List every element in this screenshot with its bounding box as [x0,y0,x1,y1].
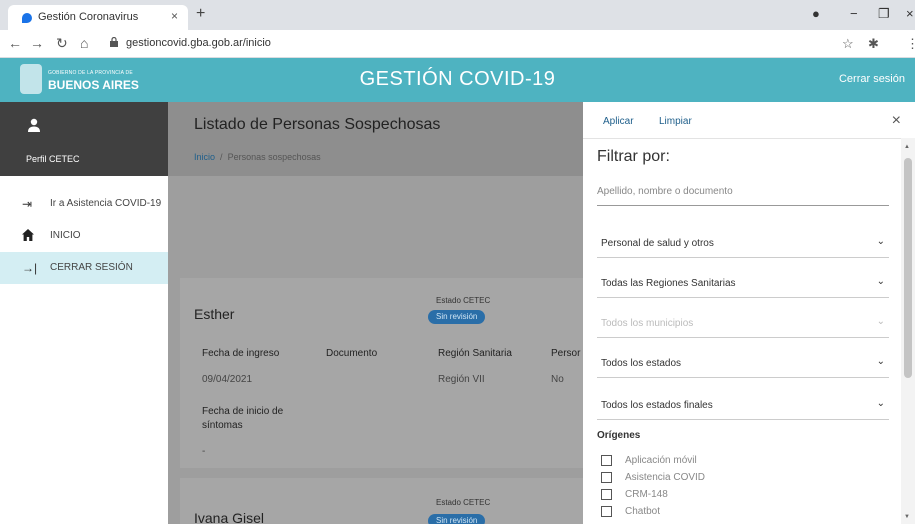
window-minimize-icon[interactable]: − [850,6,858,21]
documento-label: Documento [326,348,378,359]
select-estado[interactable]: Todos los estados ⌄ [597,348,889,378]
breadcrumb: Inicio / Personas sospechosas [194,152,321,162]
sidebar-item-label: Ir a Asistencia COVID-19 [50,198,162,209]
region-value: Región VII [438,374,485,385]
address-bar: ← → ↻ ⌂ gestioncovid.gba.gob.ar/inicio ☆… [0,30,915,58]
page-title: Listado de Personas Sospechosas [194,116,441,133]
sintomas-label: síntomas [202,420,243,431]
select-estado-final[interactable]: Todos los estados finales ⌄ [597,390,889,420]
tab-favicon-icon [22,13,32,23]
estado-label: Estado CETEC [436,296,491,305]
checkbox[interactable] [601,455,612,466]
persona-value: No [551,374,564,385]
url-field[interactable]: gestioncovid.gba.gob.ar/inicio [104,34,824,54]
sidebar: Perfil CETEC ⇥ Ir a Asistencia COVID-19 … [0,102,168,524]
window-restore-icon[interactable]: ❐ [878,6,890,22]
select-region[interactable]: Todas las Regiones Sanitarias ⌄ [597,268,889,298]
bookmark-star-icon[interactable]: ☆ [842,36,854,52]
forward-icon[interactable]: → [30,35,44,51]
clear-button[interactable]: Limpiar [659,116,692,127]
browser-tab-bar: Gestión Coronavirus × + ● − ❐ × [0,0,915,30]
checkbox[interactable] [601,489,612,500]
reload-icon[interactable]: ↻ [56,35,68,52]
chevron-down-icon: ⌄ [876,316,885,327]
persona-label: Persor [551,348,581,359]
sidebar-item-inicio[interactable]: INICIO [0,220,168,252]
select-value: Todos los estados finales [601,400,713,411]
checkbox[interactable] [601,472,612,483]
tab-close-icon[interactable]: × [171,9,178,23]
checkbox-label: Aplicación móvil [625,455,697,466]
sidebar-item-label: INICIO [50,230,81,241]
chevron-down-icon: ⌄ [876,356,885,367]
breadcrumb-home-link[interactable]: Inicio [194,152,215,162]
status-badge: Sin revisión [428,310,486,324]
checkbox-label: Chatbot [625,506,661,517]
estado-label: Estado CETEC [436,498,491,507]
sidebar-item-asistencia[interactable]: ⇥ Ir a Asistencia COVID-19 [0,188,168,220]
checkbox-label: CRM-148 [625,489,668,500]
filter-panel: Aplicar Limpiar × Filtrar por: Personal … [583,102,915,524]
person-name: Ivana Gisel [194,510,265,524]
checkbox[interactable] [601,506,612,517]
user-icon [28,118,40,132]
status-badge: Sin revisión [428,514,486,524]
fecha-inicio-value: - [202,446,206,457]
home-browser-icon[interactable]: ⌂ [80,35,88,51]
browser-account-icon[interactable]: ● [812,6,820,21]
chevron-down-icon: ⌄ [876,276,885,287]
lock-icon [110,37,118,47]
sidebar-item-cerrar-sesion[interactable]: →| CERRAR SESIÓN [0,252,168,284]
filter-scrollbar[interactable]: ▲ ▼ [901,138,915,524]
scrollbar-thumb[interactable] [904,158,912,378]
close-icon[interactable]: × [892,112,901,130]
extensions-icon[interactable]: ✱ [868,36,879,52]
window-close-icon[interactable]: × [906,6,914,21]
browser-tab[interactable]: Gestión Coronavirus × [8,5,188,30]
scroll-up-icon[interactable]: ▲ [904,144,910,150]
checkbox-label: Asistencia COVID [625,472,706,483]
select-value: Personal de salud y otros [601,238,714,249]
scroll-down-icon[interactable]: ▼ [904,514,910,520]
home-icon [22,229,34,241]
chevron-down-icon: ⌄ [876,236,885,247]
profile-panel: Perfil CETEC [0,102,168,176]
app-header: GOBIERNO DE LA PROVINCIA DE BUENOS AIRES… [0,58,915,102]
select-personal[interactable]: Personal de salud y otros ⌄ [597,228,889,258]
filter-heading: Filtrar por: [597,148,670,165]
app-title: GESTIÓN COVID-19 [359,68,556,90]
search-input[interactable] [597,178,889,205]
header-logout-link[interactable]: Cerrar sesión [839,73,905,85]
fecha-inicio-label: Fecha de inicio de [202,406,284,417]
select-municipio: Todos los municipios ⌄ [597,308,889,338]
tab-title: Gestión Coronavirus [38,11,139,23]
fecha-ingreso-label: Fecha de ingreso [202,348,280,359]
new-tab-icon[interactable]: + [196,5,205,23]
region-label: Región Sanitaria [438,348,512,359]
person-name: Esther [194,306,235,322]
select-value: Todos los estados [601,358,682,369]
origins-title: Orígenes [597,430,641,441]
divider [583,138,915,139]
select-value: Todos los municipios [601,318,694,329]
chevron-down-icon: ⌄ [876,398,885,409]
profile-name: Perfil CETEC [26,154,80,164]
browser-menu-icon[interactable]: ⋮ [906,36,915,52]
select-value: Todas las Regiones Sanitarias [601,278,736,289]
login-icon: ⇥ [22,197,33,211]
url-text: gestioncovid.gba.gob.ar/inicio [126,37,271,49]
logout-icon: →| [22,261,38,275]
fecha-ingreso-value: 09/04/2021 [202,374,253,385]
back-icon[interactable]: ← [8,35,22,51]
search-field [597,178,889,206]
breadcrumb-current: Personas sospechosas [227,152,321,162]
sidebar-item-label: CERRAR SESIÓN [50,262,133,273]
apply-button[interactable]: Aplicar [603,116,634,127]
breadcrumb-separator: / [220,152,223,162]
